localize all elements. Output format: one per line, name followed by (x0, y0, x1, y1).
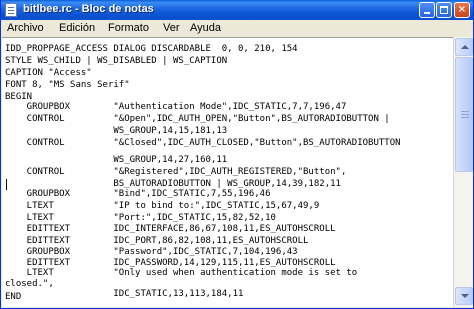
scroll-up-button[interactable] (455, 38, 473, 56)
close-button[interactable]: × (454, 2, 470, 18)
notepad-icon[interactable] (5, 3, 17, 17)
title-bar[interactable]: bitlbee.rc - Bloc de notas × (1, 0, 473, 20)
text-line: STYLE WS_CHILD | WS_DISABLED | WS_CAPTIO… (5, 56, 228, 66)
text-line: CONTROL "&Open",IDC_AUTH_OPEN,"Button",B… (5, 114, 390, 124)
grip-icon (461, 111, 469, 112)
text-line: WS_GROUP,14,27,160,11 (5, 155, 228, 165)
maximize-button[interactable] (436, 2, 452, 18)
scroll-down-button[interactable] (455, 287, 473, 305)
text-line: CONTROL "&Closed",IDC_AUTH_CLOSED,"Butto… (5, 138, 401, 148)
text-caret (6, 179, 7, 190)
text-line: CONTROL "&Registered",IDC_AUTH_REGISTERE… (5, 167, 347, 177)
menu-formato[interactable]: Formato (108, 22, 149, 34)
menu-edicion[interactable]: Edición (59, 22, 95, 34)
text-line: GROUPBOX "Authentication Mode",IDC_STATI… (5, 102, 347, 112)
minimize-button[interactable] (419, 2, 435, 18)
text-line: EDITTEXT IDC_INTERFACE,86,67,108,11,ES_A… (5, 224, 336, 234)
menu-ver[interactable]: Ver (163, 22, 180, 34)
menu-archivo[interactable]: Archivo (7, 22, 44, 34)
text-line: LTEXT "Only used when authentication mod… (5, 268, 358, 278)
scroll-thumb[interactable] (455, 57, 473, 172)
grip-icon (461, 114, 469, 115)
text-line: IDC_STATIC,13,113,184,11 (5, 289, 244, 299)
text-line: LTEXT "IP to bind to:",IDC_STATIC,15,67,… (5, 201, 320, 211)
text-line: FONT 8, "MS Sans Serif" (5, 80, 130, 90)
text-line: CAPTION "Access" (5, 68, 92, 78)
window-title: bitlbee.rc - Bloc de notas (23, 3, 154, 15)
text-line: WS_GROUP,14,15,181,13 (5, 126, 228, 136)
notepad-window: bitlbee.rc - Bloc de notas × Archivo Edi… (0, 0, 474, 309)
text-line: GROUPBOX "Bind",IDC_STATIC,7,55,196,46 (5, 189, 271, 199)
text-line: END (5, 292, 22, 302)
text-editor[interactable]: IDD_PROPPAGE_ACCESS DIALOG DISCARDABLE 0… (2, 37, 453, 307)
text-line: IDD_PROPPAGE_ACCESS DIALOG DISCARDABLE 0… (5, 44, 298, 54)
grip-icon (461, 117, 469, 118)
menu-bar: Archivo Edición Formato Ver Ayuda (1, 20, 473, 37)
vertical-scrollbar[interactable] (453, 37, 473, 307)
menu-ayuda[interactable]: Ayuda (190, 22, 221, 34)
